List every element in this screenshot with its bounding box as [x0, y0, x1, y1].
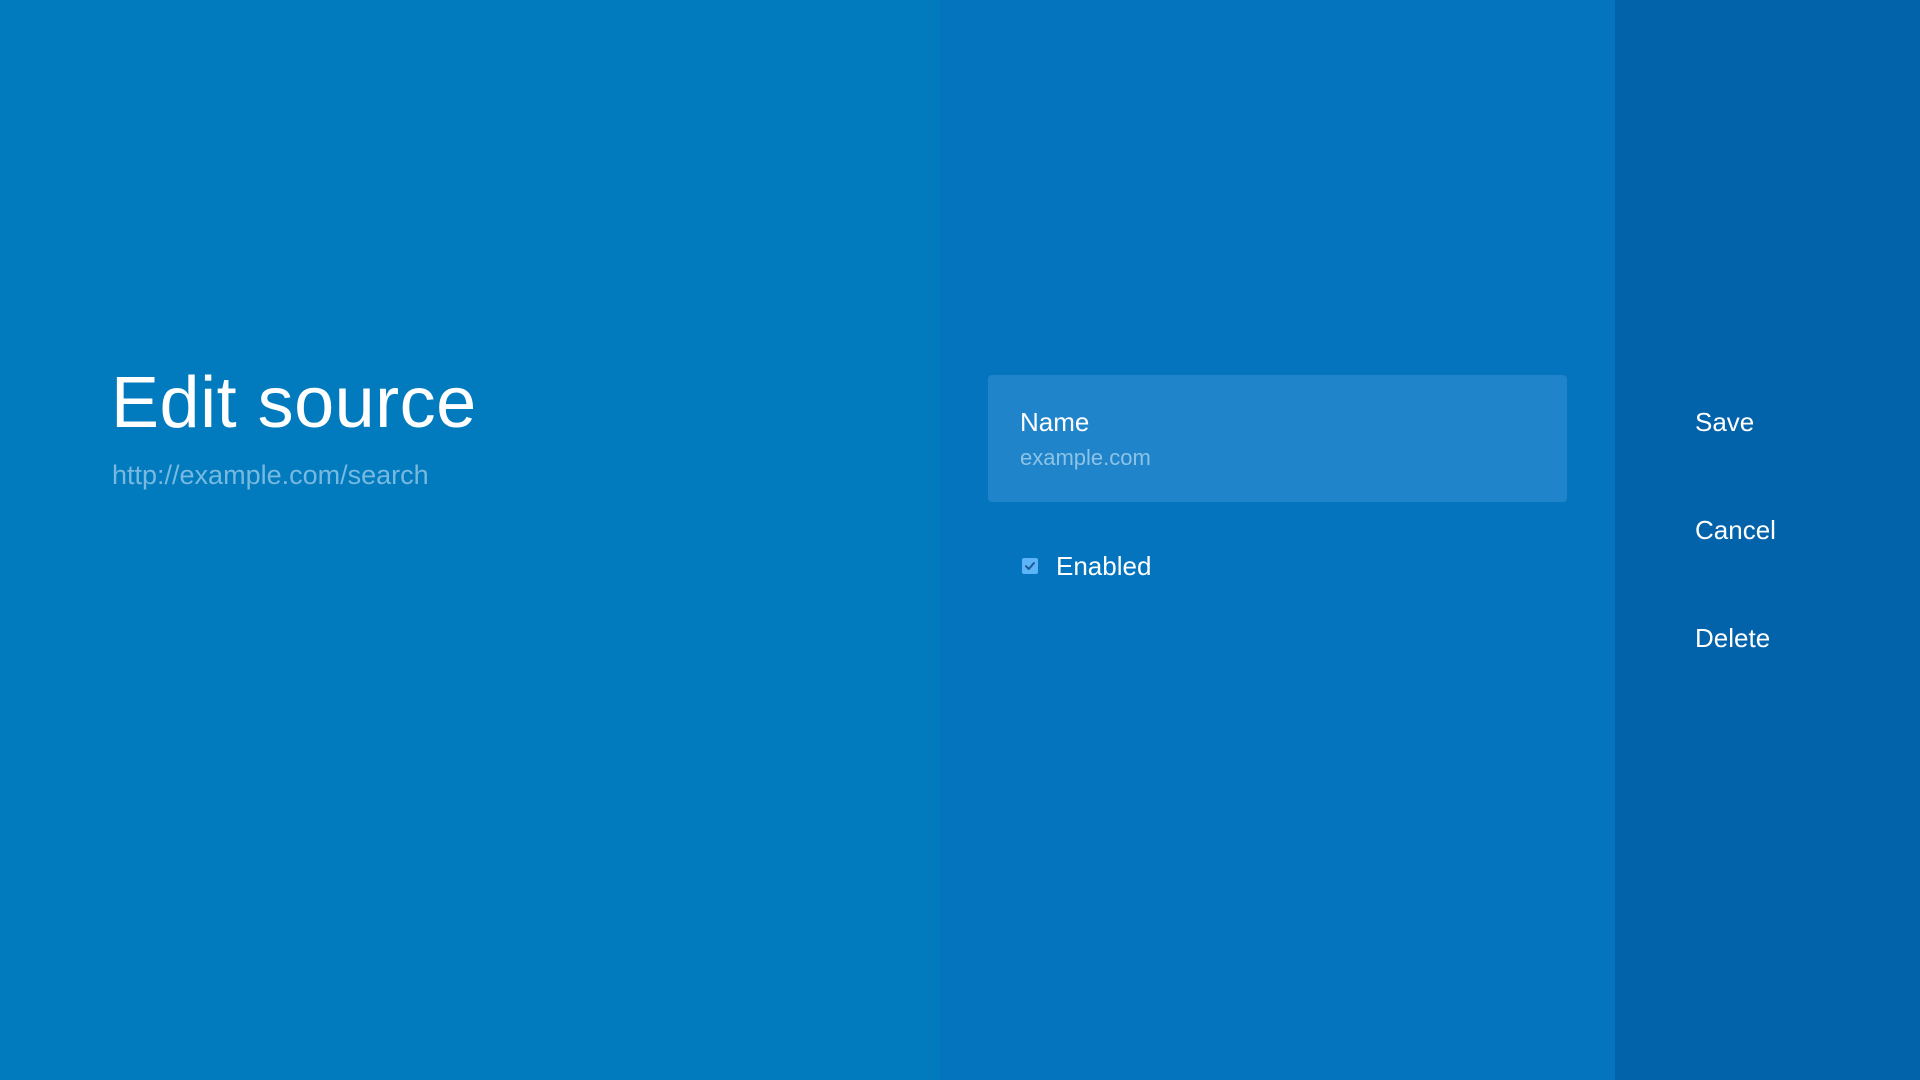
- enabled-checkbox-row[interactable]: Enabled: [1022, 548, 1151, 584]
- cancel-button[interactable]: Cancel: [1695, 513, 1776, 547]
- checkmark-icon: [1025, 562, 1035, 570]
- page-subtitle: http://example.com/search: [112, 460, 429, 490]
- save-button[interactable]: Save: [1695, 405, 1754, 439]
- name-field-value: example.com: [1020, 445, 1151, 470]
- name-field-label: Name: [1020, 407, 1090, 437]
- actions-panel: [940, 0, 1615, 1080]
- name-field[interactable]: Name example.com: [988, 375, 1567, 502]
- page-title: Edit source: [111, 363, 477, 443]
- checkbox-checked-icon[interactable]: [1022, 558, 1038, 574]
- edit-source-screen: Edit source http://example.com/search Na…: [0, 0, 1920, 1080]
- enabled-label: Enabled: [1056, 551, 1152, 581]
- guidance-panel: Edit source http://example.com/search: [0, 0, 940, 1080]
- delete-button[interactable]: Delete: [1695, 621, 1770, 655]
